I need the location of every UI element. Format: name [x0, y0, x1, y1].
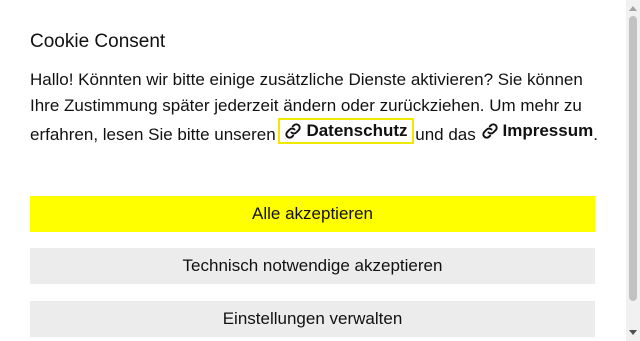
consent-text-middle: und das: [415, 125, 476, 144]
accept-necessary-button[interactable]: Technisch notwendige akzeptieren: [30, 248, 595, 284]
scroll-up-arrow-icon[interactable]: [629, 6, 637, 11]
vertical-scrollbar[interactable]: [626, 0, 640, 341]
imprint-link[interactable]: Impressum: [481, 121, 594, 141]
privacy-policy-link[interactable]: Datenschutz: [278, 118, 414, 144]
imprint-label: Impressum: [502, 121, 594, 140]
link-icon: [285, 123, 302, 139]
manage-settings-button[interactable]: Einstellungen verwalten: [30, 301, 595, 337]
privacy-policy-label: Datenschutz: [306, 121, 408, 140]
accept-all-button[interactable]: Alle akzeptieren: [30, 196, 595, 232]
consent-description: Hallo! Könnten wir bitte einige zusätzli…: [30, 67, 600, 148]
link-icon: [481, 123, 498, 139]
dialog-title: Cookie Consent: [30, 31, 166, 52]
consent-text-end: .: [593, 125, 598, 144]
scroll-down-arrow-icon[interactable]: [629, 330, 637, 335]
cookie-consent-dialog: Cookie Consent Hallo! Könnten wir bitte …: [0, 0, 626, 341]
scrollbar-thumb[interactable]: [629, 16, 637, 301]
